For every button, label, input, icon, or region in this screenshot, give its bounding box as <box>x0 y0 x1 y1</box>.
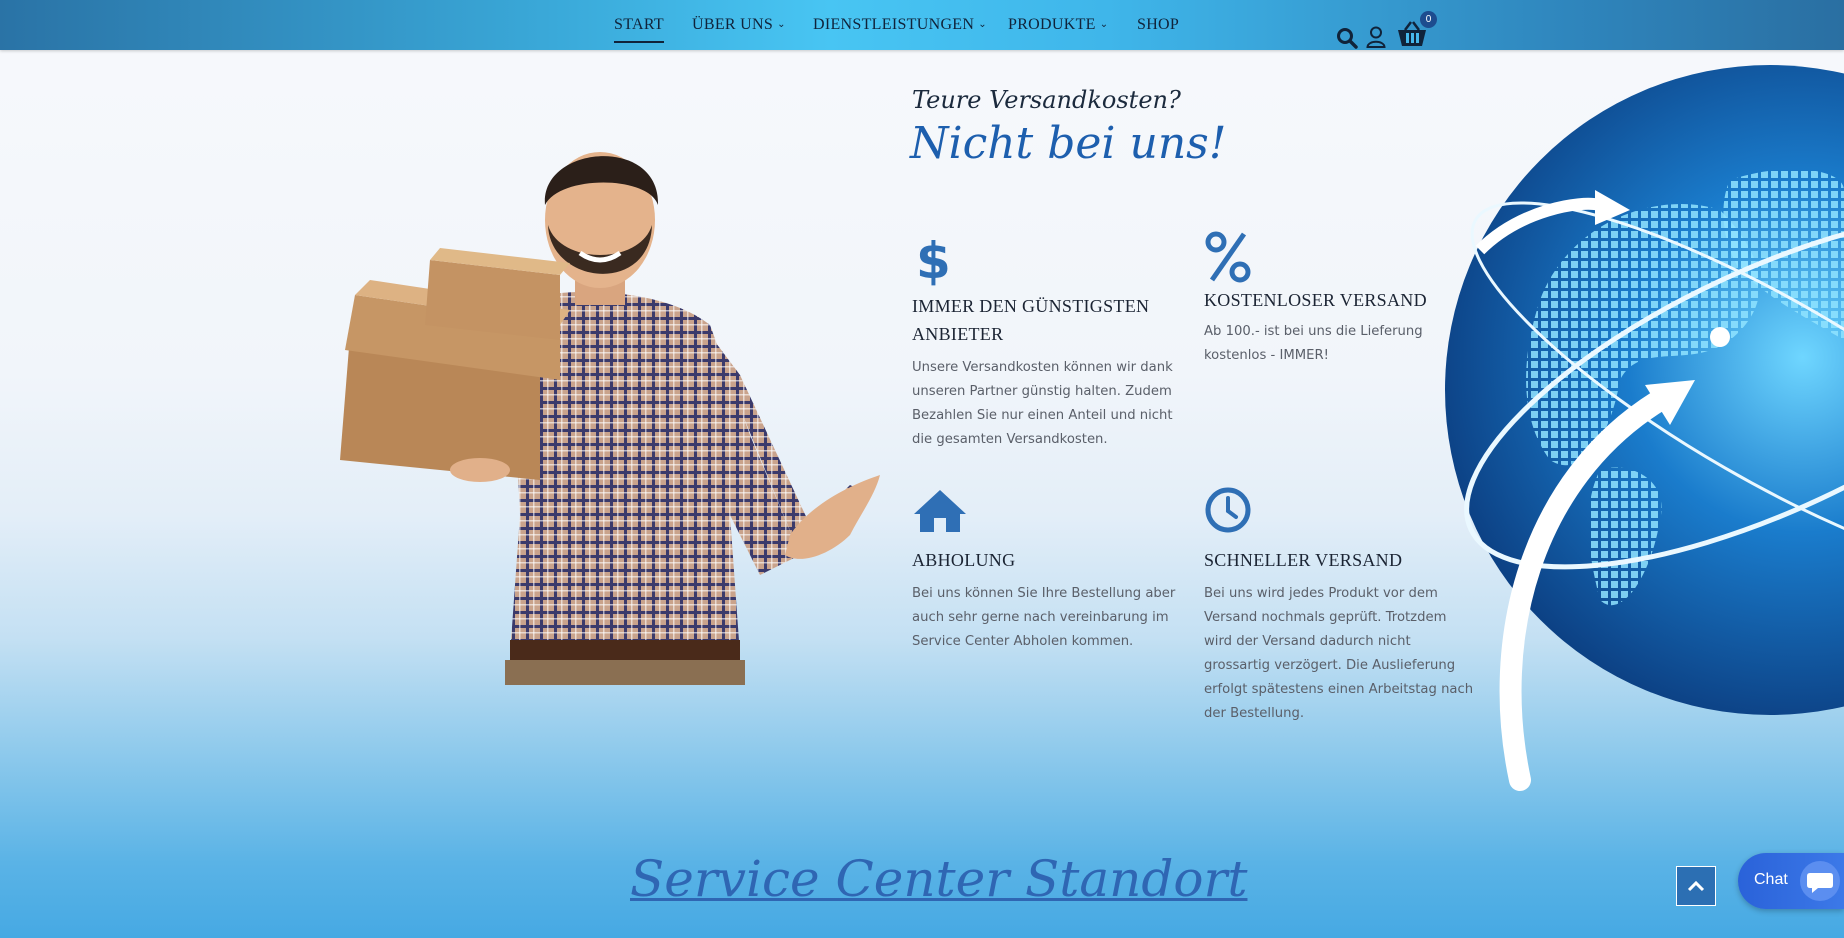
feature-title: KOSTENLOSER VERSAND <box>1204 290 1427 310</box>
nav-ueber-uns[interactable]: ÜBER UNS ⌄ <box>692 16 786 34</box>
chevron-down-icon: ⌄ <box>777 19 786 30</box>
feature-free-shipping: KOSTENLOSER VERSAND Ab 100.- ist bei uns… <box>1204 228 1474 368</box>
feature-text: Bei uns können Sie Ihre Bestellung aber … <box>912 586 1176 649</box>
home-icon <box>914 490 966 532</box>
chevron-up-icon <box>1687 880 1705 892</box>
percent-icon <box>1205 231 1251 283</box>
chevron-down-icon: ⌄ <box>978 19 987 30</box>
nav-dienstleistungen[interactable]: DIENSTLEISTUNGEN ⌄ <box>813 16 987 34</box>
chevron-down-icon: ⌄ <box>1099 19 1109 30</box>
feature-pickup: ABHOLUNG Bei uns können Sie Ihre Bestell… <box>912 482 1182 654</box>
chat-bubble-icon <box>1800 861 1840 901</box>
feature-text: Ab 100.- ist bei uns die Lieferung koste… <box>1204 324 1423 363</box>
nav-shop[interactable]: SHOP <box>1137 16 1179 34</box>
feature-title: IMMER DEN GÜNSTIGSTEN ANBIETER <box>912 296 1150 344</box>
delivery-man-image <box>340 152 880 685</box>
user-icon[interactable] <box>1366 26 1386 48</box>
dollar-icon: $ <box>916 232 951 286</box>
chat-label: Chat <box>1754 871 1788 888</box>
feature-text: Bei uns wird jedes Produkt vor dem Versa… <box>1204 586 1474 721</box>
hero-eyebrow: Teure Versandkosten? <box>912 86 1181 114</box>
feature-text: Unsere Versandkosten können wir dank uns… <box>912 360 1173 447</box>
search-icon[interactable] <box>1336 27 1358 49</box>
cart-count-badge: 0 <box>1420 11 1437 28</box>
feature-title: ABHOLUNG <box>912 550 1016 570</box>
nav-start[interactable]: START <box>614 16 664 43</box>
service-center-link[interactable]: Service Center Standort <box>630 850 1247 908</box>
chat-button[interactable]: Chat <box>1738 853 1844 909</box>
scroll-to-top-button[interactable] <box>1676 866 1716 906</box>
feature-title: SCHNELLER VERSAND <box>1204 550 1403 570</box>
nav-produkte[interactable]: PRODUKTE ⌄ <box>1008 16 1108 34</box>
feature-cheapest: $ IMMER DEN GÜNSTIGSTEN ANBIETER Unsere … <box>912 228 1182 452</box>
clock-icon <box>1205 487 1251 533</box>
feature-fast-shipping: SCHNELLER VERSAND Bei uns wird jedes Pro… <box>1204 482 1474 726</box>
svg-text:$: $ <box>916 232 951 286</box>
hero-headline: Nicht bei uns! <box>910 118 1227 169</box>
